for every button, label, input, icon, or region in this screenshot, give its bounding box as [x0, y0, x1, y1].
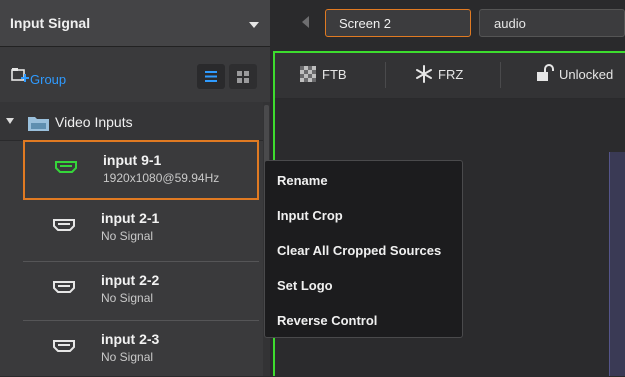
freeze-icon[interactable] — [415, 65, 433, 83]
tab-screen-label: Screen 2 — [339, 16, 392, 31]
input-row[interactable]: input 2-1 No Signal — [23, 200, 259, 256]
menu-item-reverse-control[interactable]: Reverse Control — [277, 313, 377, 328]
group-add-icon[interactable] — [11, 67, 29, 83]
toolbar-divider — [385, 62, 386, 88]
input-name: input 2-2 — [101, 272, 160, 288]
grid-view-button[interactable] — [229, 64, 257, 89]
frz-button[interactable]: FRZ — [438, 67, 463, 82]
input-status: 1920x1080@59.94Hz — [103, 171, 220, 185]
input-status: No Signal — [101, 229, 154, 243]
folder-icon — [28, 117, 49, 131]
list-view-button[interactable] — [197, 64, 225, 89]
back-arrow-icon[interactable] — [302, 16, 309, 28]
grid-view-icon — [237, 71, 249, 83]
hdmi-icon — [53, 281, 75, 293]
lock-status-button[interactable]: Unlocked — [559, 67, 613, 82]
menu-item-rename[interactable]: Rename — [277, 173, 328, 188]
hdmi-icon — [53, 340, 75, 352]
video-inputs-label: Video Inputs — [55, 114, 133, 130]
dropdown-caret-icon[interactable] — [249, 22, 259, 28]
toolbar-divider — [500, 62, 501, 88]
input-name: input 9-1 — [103, 152, 162, 168]
expand-arrow-icon[interactable] — [6, 118, 14, 124]
input-signal-title: Input Signal — [10, 15, 91, 31]
ftb-button[interactable]: FTB — [322, 67, 347, 82]
menu-item-set-logo[interactable]: Set Logo — [277, 278, 333, 293]
input-row-selected[interactable]: input 9-1 1920x1080@59.94Hz — [23, 140, 259, 200]
input-row[interactable]: input 2-2 No Signal — [23, 262, 259, 318]
input-row[interactable]: input 2-3 No Signal — [23, 321, 259, 377]
group-button[interactable]: Group — [30, 72, 66, 87]
input-name: input 2-3 — [101, 331, 160, 347]
hdmi-icon — [55, 161, 77, 173]
unlock-icon[interactable] — [536, 64, 554, 82]
menu-item-input-crop[interactable]: Input Crop — [277, 208, 343, 223]
ftb-icon[interactable] — [300, 66, 316, 82]
hdmi-icon — [53, 219, 75, 231]
list-view-icon — [205, 71, 217, 82]
menu-item-clear-cropped[interactable]: Clear All Cropped Sources — [277, 243, 441, 258]
input-status: No Signal — [101, 350, 154, 364]
layer-window[interactable] — [609, 152, 625, 376]
input-status: No Signal — [101, 291, 154, 305]
tab-audio-label: audio — [494, 16, 526, 31]
input-name: input 2-1 — [101, 210, 160, 226]
